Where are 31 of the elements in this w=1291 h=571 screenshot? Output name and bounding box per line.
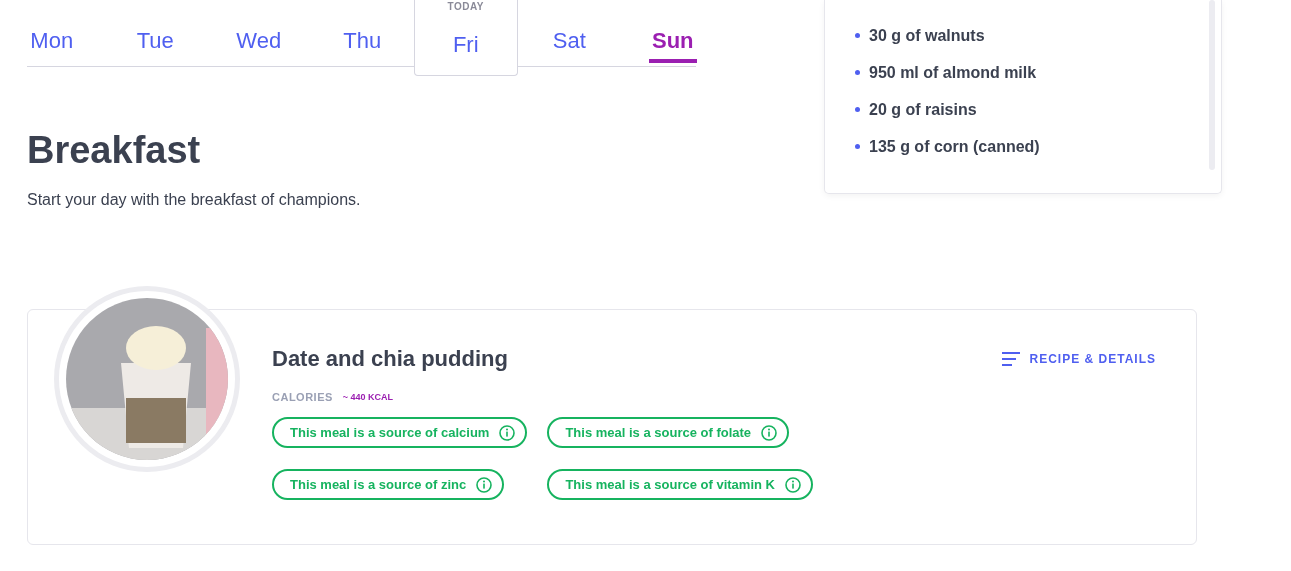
- tag-text: This meal is a source of folate: [565, 425, 752, 440]
- ingredient-text: 135 g of corn (canned): [869, 137, 1040, 156]
- section-title: Breakfast: [27, 129, 202, 172]
- tag-text: This meal is a source of vitamin K: [565, 477, 775, 492]
- ingredient-text: 950 ml of almond milk: [869, 63, 1037, 82]
- calories-label: CALORIES: [272, 391, 333, 403]
- day-tab[interactable]: Sat: [517, 0, 621, 66]
- bullet-icon: [855, 70, 860, 75]
- bullet-icon: [855, 33, 860, 38]
- today-label: TODAY: [446, 1, 485, 12]
- meal-name: Date and chia pudding: [272, 346, 508, 372]
- tag-text: This meal is a source of zinc: [290, 477, 467, 492]
- calories-value: ~ 440 KCAL: [342, 392, 394, 402]
- info-icon[interactable]: [761, 424, 778, 441]
- day-tab[interactable]: TODAY Fri: [414, 0, 518, 76]
- ingredient-text: 20 g of raisins: [869, 100, 977, 119]
- recipe-details-link[interactable]: RECIPE & DETAILS: [1001, 350, 1156, 368]
- info-icon[interactable]: [476, 476, 493, 493]
- ingredient-text: 30 g of walnuts: [869, 26, 985, 45]
- day-tab[interactable]: Wed: [207, 0, 311, 66]
- tag-text: This meal is a source of calcium: [290, 425, 490, 440]
- bullet-icon: [855, 144, 860, 149]
- info-icon[interactable]: [499, 424, 516, 441]
- info-icon[interactable]: [784, 476, 801, 493]
- list-icon: [1001, 350, 1020, 368]
- day-tab[interactable]: Tue: [103, 0, 207, 66]
- day-tab[interactable]: Thu: [310, 0, 414, 66]
- day-tab[interactable]: Mon: [0, 0, 104, 66]
- section-subtitle: Start your day with the breakfast of champions.: [27, 191, 362, 209]
- bullet-icon: [855, 107, 860, 112]
- day-tab[interactable]: Sun: [621, 0, 725, 66]
